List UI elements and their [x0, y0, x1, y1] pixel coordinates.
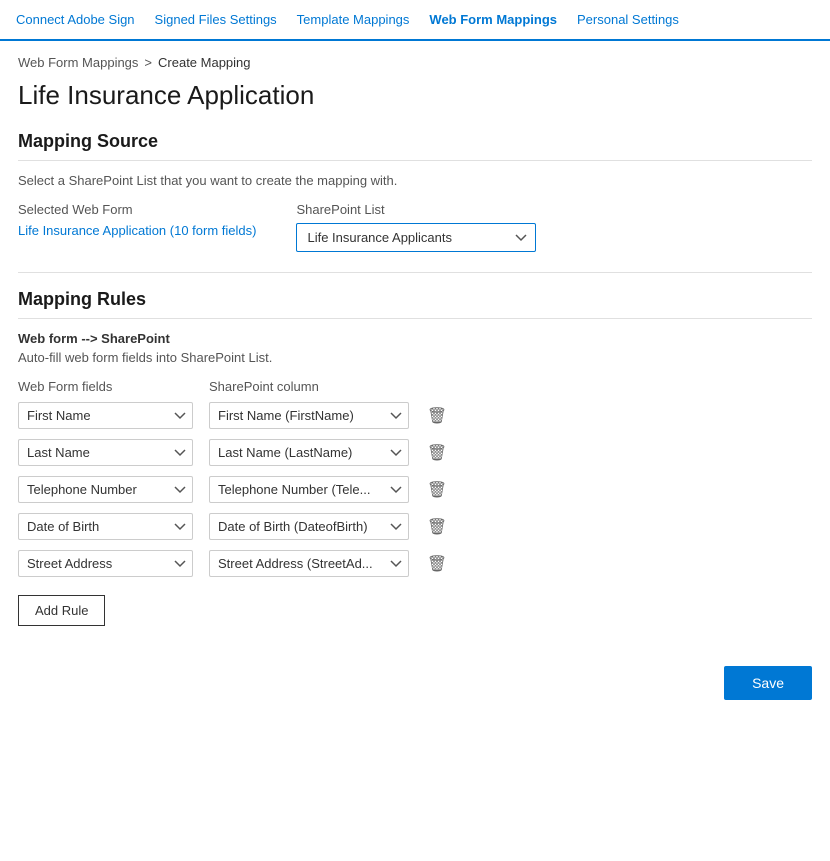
breadcrumb: Web Form Mappings > Create Mapping: [0, 41, 830, 74]
rule-row: Last Name Last Name (LastName) 🗑: [18, 439, 812, 466]
web-form-field-select-2[interactable]: Last Name: [18, 439, 193, 466]
page-title: Life Insurance Application: [0, 74, 830, 131]
rule-row: First Name First Name (FirstName) 🗑: [18, 402, 812, 429]
web-form-field-select-4[interactable]: Date of Birth: [18, 513, 193, 540]
web-form-fields-header: Web Form fields: [18, 379, 193, 394]
mapping-source-section: Mapping Source Select a SharePoint List …: [0, 131, 830, 272]
web-form-field-select-1[interactable]: First Name: [18, 402, 193, 429]
sharepoint-column-select-3[interactable]: Telephone Number (Tele...: [209, 476, 409, 503]
delete-rule-4[interactable]: 🗑: [425, 515, 449, 539]
top-navigation: Connect Adobe Sign Signed Files Settings…: [0, 0, 830, 41]
mapping-rules-title: Mapping Rules: [18, 289, 812, 319]
mapping-rules-section: Mapping Rules Web form --> SharePoint Au…: [0, 289, 830, 646]
selected-web-form-label: Selected Web Form: [18, 202, 256, 217]
delete-rule-2[interactable]: 🗑: [425, 441, 449, 465]
breadcrumb-current: Create Mapping: [158, 55, 251, 70]
rule-row: Date of Birth Date of Birth (DateofBirth…: [18, 513, 812, 540]
mapping-source-right: SharePoint List Life Insurance Applicant…: [296, 202, 536, 252]
nav-template-mappings[interactable]: Template Mappings: [287, 12, 420, 27]
column-headers: Web Form fields SharePoint column: [18, 379, 812, 394]
mapping-source-title: Mapping Source: [18, 131, 812, 161]
sharepoint-list-label: SharePoint List: [296, 202, 536, 217]
breadcrumb-separator: >: [144, 55, 152, 70]
web-form-field-select-5[interactable]: Street Address: [18, 550, 193, 577]
mapping-rules-description: Auto-fill web form fields into SharePoin…: [18, 350, 812, 365]
selected-web-form-value: Life Insurance Application (10 form fiel…: [18, 223, 256, 238]
nav-signed-files-settings[interactable]: Signed Files Settings: [145, 12, 287, 27]
breadcrumb-parent[interactable]: Web Form Mappings: [18, 55, 138, 70]
save-area: Save: [0, 646, 830, 720]
delete-rule-5[interactable]: 🗑: [425, 552, 449, 576]
sharepoint-column-select-1[interactable]: First Name (FirstName): [209, 402, 409, 429]
mapping-rules-subtitle: Web form --> SharePoint: [18, 331, 812, 346]
delete-rule-3[interactable]: 🗑: [425, 478, 449, 502]
web-form-field-select-3[interactable]: Telephone Number: [18, 476, 193, 503]
section-divider: [18, 272, 812, 273]
nav-web-form-mappings[interactable]: Web Form Mappings: [419, 12, 567, 27]
rule-row: Street Address Street Address (StreetAd.…: [18, 550, 812, 577]
sharepoint-list-dropdown[interactable]: Life Insurance Applicants: [296, 223, 536, 252]
rule-row: Telephone Number Telephone Number (Tele.…: [18, 476, 812, 503]
add-rule-button[interactable]: Add Rule: [18, 595, 105, 626]
mapping-source-grid: Selected Web Form Life Insurance Applica…: [18, 202, 812, 252]
sharepoint-column-select-4[interactable]: Date of Birth (DateofBirth): [209, 513, 409, 540]
nav-personal-settings[interactable]: Personal Settings: [567, 12, 689, 27]
nav-connect-adobe-sign[interactable]: Connect Adobe Sign: [16, 12, 145, 27]
sharepoint-column-header: SharePoint column: [209, 379, 384, 394]
sharepoint-column-select-5[interactable]: Street Address (StreetAd...: [209, 550, 409, 577]
delete-rule-1[interactable]: 🗑: [425, 404, 449, 428]
mapping-source-left: Selected Web Form Life Insurance Applica…: [18, 202, 256, 238]
save-button[interactable]: Save: [724, 666, 812, 700]
mapping-source-description: Select a SharePoint List that you want t…: [18, 173, 812, 188]
sharepoint-column-select-2[interactable]: Last Name (LastName): [209, 439, 409, 466]
